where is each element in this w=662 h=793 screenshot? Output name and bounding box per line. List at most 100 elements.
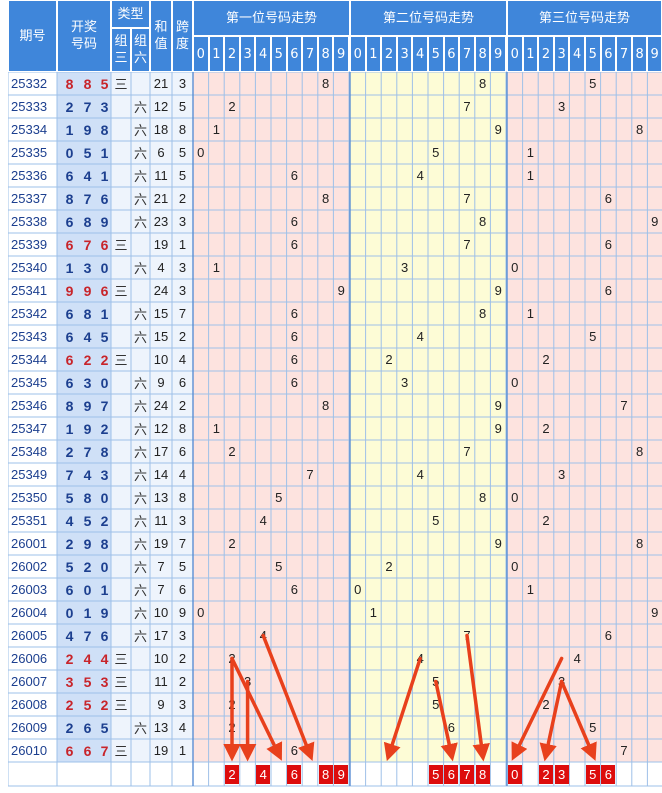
trend-value-pos3: 2	[542, 421, 550, 436]
sum-cell: 17	[153, 444, 169, 459]
header-digit-3-7: 7	[616, 36, 632, 72]
span-cell: 3	[178, 214, 187, 229]
span-cell: 7	[178, 536, 187, 551]
trend-value-pos2: 3	[400, 375, 409, 390]
type-cell: 六	[133, 376, 147, 391]
span-cell: 2	[178, 329, 187, 344]
trend-value-pos1: 2	[228, 444, 236, 459]
draw-digit: 4	[65, 512, 74, 529]
span-cell: 5	[178, 168, 187, 183]
draw-digit: 6	[65, 167, 74, 184]
type-cell: 六	[133, 192, 147, 207]
trend-value-pos3: 2	[542, 352, 550, 367]
draw-digit: 2	[100, 512, 109, 529]
header-digit-1-8: 8	[317, 36, 334, 72]
draw-digit: 3	[83, 374, 92, 391]
sum-cell: 7	[157, 582, 165, 597]
sum-cell: 19	[153, 237, 169, 252]
header-type: 类型	[111, 0, 150, 28]
span-cell: 4	[178, 720, 187, 735]
span-cell: 9	[178, 605, 187, 620]
span-cell: 3	[178, 513, 187, 528]
trend-value-pos2: 5	[432, 674, 440, 689]
period-cell: 25347	[11, 421, 48, 436]
span-cell: 3	[178, 697, 187, 712]
type-cell: 三	[114, 238, 128, 253]
sum-cell: 24	[153, 398, 169, 413]
sum-cell: 13	[153, 490, 169, 505]
sum-cell: 19	[153, 743, 169, 758]
sum-cell: 12	[153, 99, 169, 114]
sum-cell: 11	[154, 513, 168, 528]
header-digit-2-1: 1	[365, 36, 382, 72]
trend-value-pos1: 2	[228, 99, 236, 114]
period-cell: 25344	[11, 352, 48, 367]
header-digit-2-4: 4	[412, 36, 428, 72]
trend-value-pos3: 1	[526, 145, 534, 160]
period-cell: 25345	[11, 375, 48, 390]
draw-digit: 6	[83, 719, 92, 736]
trend-value-pos2: 8	[478, 490, 487, 505]
header-digit-1-9: 9	[333, 36, 349, 72]
forecast-cell: 6	[444, 762, 460, 786]
span-cell: 1	[178, 743, 187, 758]
trend-value-pos2: 9	[494, 536, 502, 551]
period-cell: 25337	[11, 191, 48, 206]
draw-digit: 1	[65, 420, 74, 437]
span-cell: 8	[178, 122, 187, 137]
period-cell: 25348	[11, 444, 48, 459]
header-section-3: 第三位号码走势	[507, 0, 662, 36]
sum-cell: 19	[153, 536, 169, 551]
draw-digit: 8	[100, 535, 109, 552]
draw-digit: 7	[83, 236, 92, 253]
period-cell: 25334	[11, 122, 48, 137]
period-cell: 26006	[11, 651, 48, 666]
header-section-1: 第一位号码走势	[193, 0, 350, 36]
forecast-digit: 4	[256, 764, 271, 784]
sum-cell: 14	[153, 467, 169, 482]
draw-digit: 1	[100, 581, 109, 598]
draw-digit: 5	[65, 489, 74, 506]
trend-value-pos2: 8	[478, 76, 487, 91]
trend-value-pos3: 6	[604, 237, 612, 252]
header-digit-3-9: 9	[647, 36, 662, 72]
trend-value-pos1: 6	[290, 375, 298, 390]
trend-value-pos3: 5	[589, 329, 597, 344]
header-digit-3-3: 3	[553, 36, 570, 72]
draw-digit: 3	[100, 466, 109, 483]
draw-digit: 5	[100, 719, 109, 736]
trend-value-pos1: 2	[228, 720, 236, 735]
type-cell: 六	[133, 215, 147, 230]
forecast-digit: 6	[601, 764, 616, 784]
type-cell: 三	[114, 284, 128, 299]
header-digit-1-3: 3	[239, 36, 256, 72]
trend-value-pos1: 2	[228, 536, 236, 551]
draw-digit: 7	[65, 466, 74, 483]
draw-digit: 4	[83, 167, 92, 184]
draw-digit: 5	[83, 673, 92, 690]
type-cell: 六	[133, 721, 147, 736]
forecast-cell: 0	[507, 762, 523, 786]
forecast-cell: 5	[585, 762, 601, 786]
period-cell: 25349	[11, 467, 48, 482]
trend-value-pos2: 7	[463, 444, 471, 459]
trend-value-pos3: 5	[589, 76, 597, 91]
draw-digit: 8	[65, 75, 74, 92]
forecast-cell: 8	[318, 762, 334, 786]
draw-digit: 2	[65, 443, 74, 460]
header-digit-3-6: 6	[600, 36, 617, 72]
draw-digit: 9	[83, 397, 92, 414]
header-digit-2-8: 8	[474, 36, 491, 72]
type-cell: 三	[114, 353, 128, 368]
trend-value-pos1: 2	[228, 697, 236, 712]
trend-value-pos2: 4	[416, 651, 424, 666]
type-cell: 三	[114, 744, 128, 759]
span-cell: 6	[178, 582, 187, 597]
trend-value-pos1: 6	[290, 582, 298, 597]
trend-value-pos2: 9	[494, 122, 502, 137]
forecast-digit: 0	[507, 764, 522, 784]
span-cell: 5	[178, 559, 187, 574]
sum-cell: 9	[157, 375, 165, 390]
trend-value-pos3: 8	[635, 536, 644, 551]
type-cell: 六	[133, 445, 147, 460]
